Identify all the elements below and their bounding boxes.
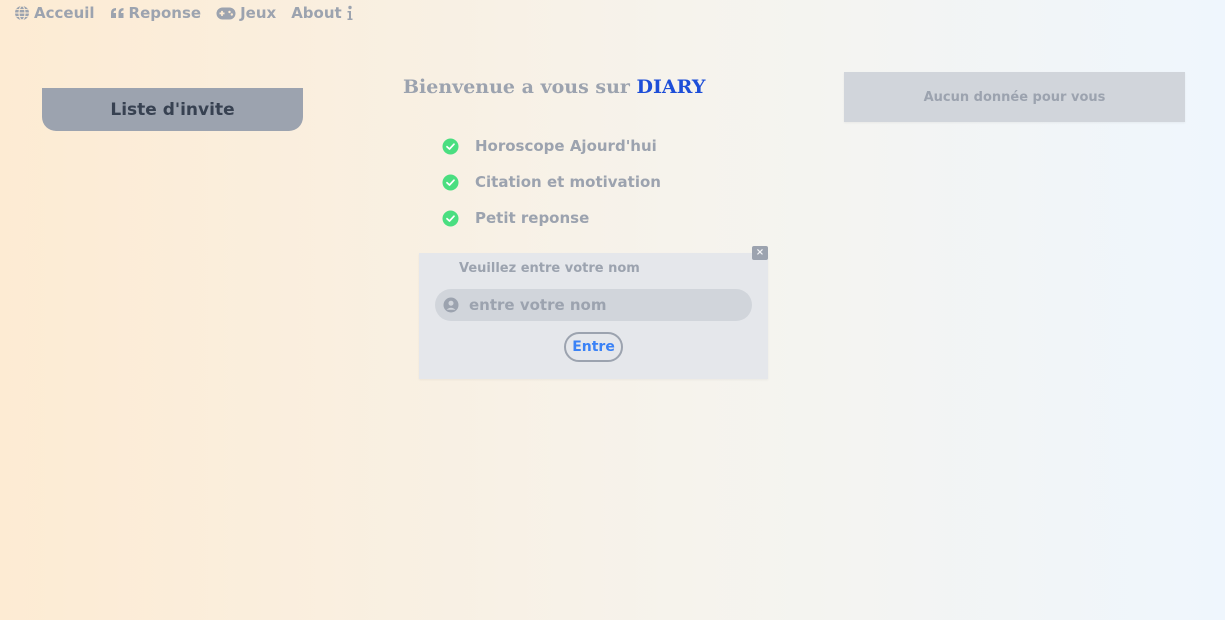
close-button[interactable]: ×: [752, 246, 768, 260]
list-item: Horoscope Ajourd'hui: [442, 128, 661, 164]
close-icon: ×: [755, 247, 765, 258]
empty-data-panel: Aucun donnée pour vous: [844, 72, 1185, 122]
submit-button[interactable]: Entre: [564, 332, 623, 362]
gamepad-icon: [216, 7, 236, 19]
nav-label-jeux: Jeux: [240, 4, 277, 22]
name-input-wrapper: [435, 289, 752, 321]
check-circle-icon: [442, 210, 459, 226]
check-circle-icon: [442, 138, 459, 154]
nav-item-reponse[interactable]: Reponse: [110, 4, 202, 22]
invite-list-label: Liste d'invite: [110, 99, 235, 120]
list-item: Citation et motivation: [442, 164, 661, 200]
nav-item-acceuil[interactable]: Acceuil: [14, 4, 95, 22]
name-prompt: Veuillez entre votre nom: [459, 261, 640, 276]
top-nav: Acceuil Reponse Jeux About: [14, 4, 354, 22]
feature-label: Horoscope Ajourd'hui: [475, 137, 657, 155]
name-entry-card: Veuillez entre votre nom Entre: [419, 253, 768, 379]
quote-icon: [110, 8, 124, 18]
nav-label-about: About: [291, 4, 342, 22]
nav-item-about[interactable]: About: [291, 4, 354, 22]
check-circle-icon: [442, 174, 459, 190]
invite-list-button[interactable]: Liste d'invite: [42, 88, 303, 131]
feature-label: Citation et motivation: [475, 173, 661, 191]
welcome-prefix: Bienvenue a vous sur: [403, 76, 637, 98]
welcome-title: Bienvenue a vous sur DIARY: [403, 76, 705, 98]
nav-label-reponse: Reponse: [128, 4, 202, 22]
nav-label-acceuil: Acceuil: [34, 4, 95, 22]
user-circle-icon: [443, 297, 459, 313]
nav-item-jeux[interactable]: Jeux: [216, 4, 276, 22]
name-input[interactable]: [467, 295, 741, 315]
globe-icon: [15, 5, 29, 21]
brand-name: DIARY: [636, 76, 706, 98]
list-item: Petit reponse: [442, 200, 661, 236]
feature-label: Petit reponse: [475, 209, 590, 227]
info-icon: [347, 5, 353, 20]
feature-list: Horoscope Ajourd'hui Citation et motivat…: [442, 128, 661, 236]
empty-data-message: Aucun donnée pour vous: [923, 89, 1106, 105]
